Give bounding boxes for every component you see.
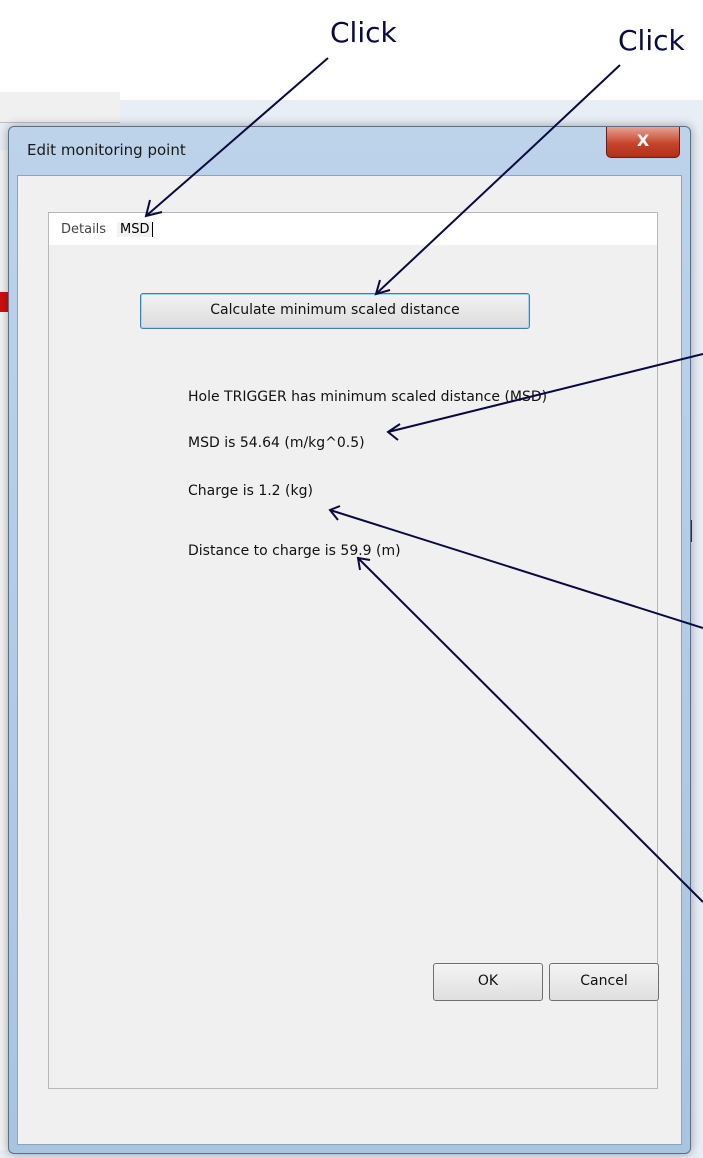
close-button[interactable]: X [606,127,680,158]
cancel-button[interactable]: Cancel [549,963,659,1001]
result-distance-text: Distance to charge is 59.9 (m) [188,543,401,559]
ok-button[interactable]: OK [433,963,543,1001]
calculate-msd-button[interactable]: Calculate minimum scaled distance [140,293,530,329]
background-toolbar [0,92,120,123]
dialog-title: Edit monitoring point [27,141,186,159]
tab-panel: Details MSD Calculate minimum scaled dis… [48,212,658,1089]
result-msd-text: MSD is 54.64 (m/kg^0.5) [188,435,365,451]
annotation-click-tab: Click [330,16,397,49]
result-hole-text: Hole TRIGGER has minimum scaled distance… [188,389,548,405]
tab-msd[interactable]: MSD [117,222,154,237]
annotation-click-button: Click [618,24,685,57]
tab-details[interactable]: Details [61,222,106,237]
tab-strip: Details MSD [49,213,657,245]
result-charge-text: Charge is 1.2 (kg) [188,483,313,499]
